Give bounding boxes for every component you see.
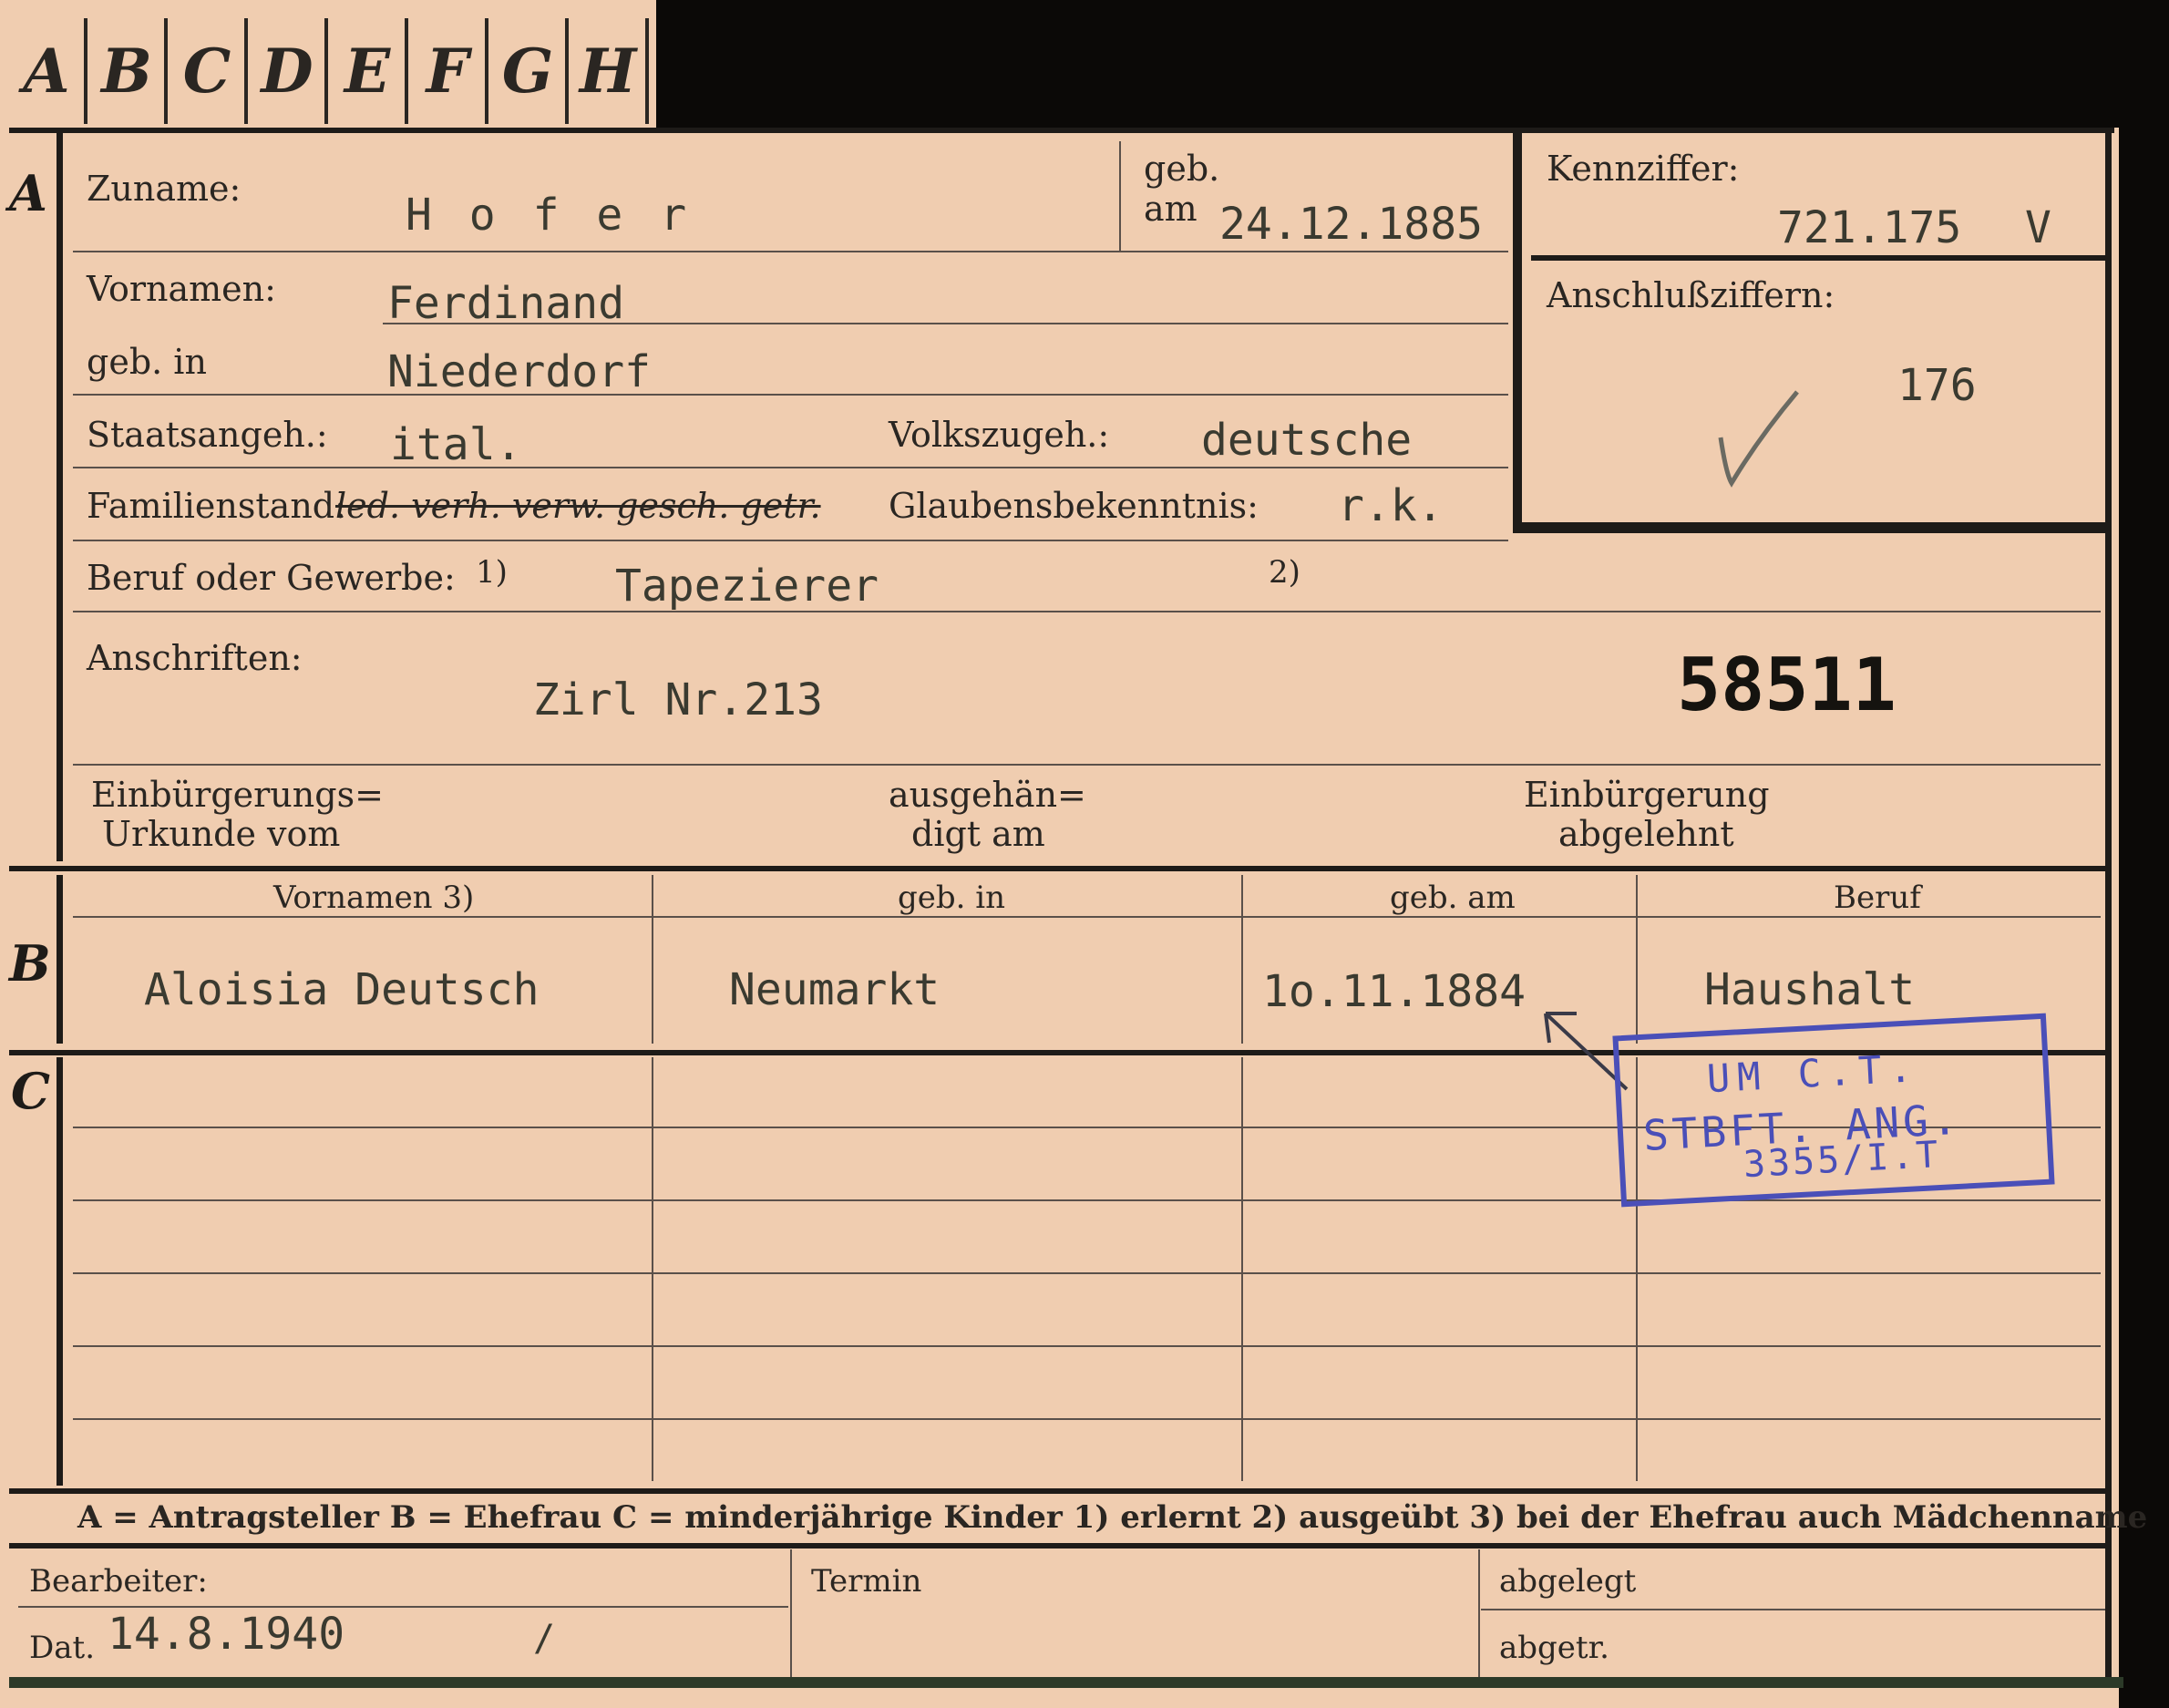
- section-b-rule: [57, 875, 63, 1044]
- abgelehnt-label-2: abgelehnt: [1558, 814, 1734, 854]
- spouse-header-geb-in: geb. in: [898, 880, 1006, 916]
- beruf-label: Beruf oder Gewerbe:: [87, 558, 456, 598]
- dat-label: Dat.: [29, 1630, 96, 1666]
- row-rule: [73, 916, 2101, 918]
- spouse-header-geb-am: geb. am: [1390, 880, 1516, 916]
- section-c-letter: C: [11, 1062, 50, 1120]
- geb-am-value: 24.12.1885: [1219, 199, 1483, 250]
- abgetr-label: abgetr.: [1499, 1630, 1609, 1666]
- familienstand-label: Familienstand:: [87, 486, 346, 526]
- zuname-label: Zuname:: [87, 169, 242, 209]
- dat-value: 14.8.1940: [108, 1609, 345, 1660]
- einbuergerungs-label-2: Urkunde vom: [102, 814, 341, 854]
- stamp-line-3: 3355/I.T: [1742, 1133, 1942, 1187]
- bearbeiter-label: Bearbeiter:: [29, 1563, 208, 1600]
- spouse-header-vornamen: Vornamen 3): [273, 880, 475, 916]
- anschrift-value: Zirl Nr.213: [533, 674, 823, 725]
- footer-col-rule: [1478, 1549, 1480, 1677]
- geb-in-label: geb. in: [87, 342, 207, 382]
- bottom-border: [9, 1677, 2123, 1688]
- tab-f: F: [410, 18, 488, 124]
- index-tabs: A B C D E F G H: [0, 0, 656, 128]
- tab-g: G: [490, 18, 569, 124]
- footer-col-rule: [790, 1549, 792, 1677]
- stamp-line-1: UM C.T.: [1705, 1045, 1920, 1102]
- beruf-value: Tapezierer: [615, 561, 879, 612]
- section-a-rule: [57, 132, 63, 861]
- section-c-rule: [57, 1057, 63, 1486]
- right-border: [2105, 132, 2112, 1682]
- row-rule: [73, 467, 1508, 468]
- kennziffer-suffix: V: [2025, 202, 2051, 253]
- vornamen-value: Ferdinand: [387, 278, 625, 329]
- kennziffer-label: Kennziffer:: [1547, 149, 1740, 189]
- legend-top: [9, 1488, 2110, 1494]
- geb-divider: [1119, 141, 1121, 251]
- spouse-vornamen-value: Aloisia Deutsch: [144, 964, 540, 1015]
- dat-slash: /: [533, 1618, 556, 1660]
- row-rule: [73, 540, 1508, 541]
- abgelehnt-label-1: Einbürgerung: [1524, 775, 1770, 815]
- termin-label: Termin: [811, 1563, 922, 1600]
- row-rule: [1481, 1609, 2105, 1610]
- section-a-letter: A: [9, 164, 47, 222]
- vornamen-label: Vornamen:: [87, 269, 276, 309]
- tab-e: E: [330, 18, 408, 124]
- tab-c: C: [170, 18, 248, 124]
- legend-bottom: [9, 1543, 2110, 1549]
- tab-a: A: [9, 18, 87, 124]
- tab-h: H: [571, 18, 649, 124]
- ausgehaen-label-2: digt am: [911, 814, 1045, 854]
- section-b-letter: B: [9, 934, 51, 993]
- glaubensbekenntnis-value: r.k.: [1338, 480, 1444, 531]
- kennziffer-box: [1513, 132, 2105, 533]
- row-rule: [18, 1606, 788, 1608]
- spouse-beruf-value: Haushalt: [1704, 964, 1916, 1015]
- spouse-geb-am-value: 1o.11.1884: [1262, 966, 1526, 1017]
- anschlussziffern-label: Anschlußziffern:: [1547, 275, 1835, 315]
- row-rule: [73, 764, 2101, 766]
- anschriften-label: Anschriften:: [87, 638, 303, 678]
- glaubensbekenntnis-label: Glaubensbekenntnis:: [889, 486, 1259, 526]
- familienstand-options: led. verh. verw. gesch. getr.: [335, 486, 821, 526]
- footnote-1: 1): [476, 554, 508, 591]
- section-b-top: [9, 866, 2110, 871]
- row-rule: [383, 323, 1508, 324]
- file-number: 58511: [1677, 643, 1897, 727]
- anschlussziffer-value: 176: [1897, 360, 1977, 411]
- staatsangeh-label: Staatsangeh.:: [87, 415, 328, 455]
- spouse-header-beruf: Beruf: [1834, 880, 1921, 916]
- row-rule: [73, 394, 1508, 396]
- kennziffer-value: 721.175: [1777, 202, 1962, 253]
- am-label: am: [1144, 189, 1198, 229]
- kennziffer-divider: [1531, 255, 2105, 261]
- col-rule: [1241, 875, 1243, 1044]
- row-rule: [73, 251, 1508, 252]
- geb-label: geb.: [1144, 149, 1220, 189]
- ausgehaen-label-1: ausgehän=: [889, 775, 1086, 815]
- check-mark-icon: [1718, 390, 1799, 488]
- row-rule: [73, 1199, 2101, 1201]
- row-rule: [73, 611, 2101, 612]
- volkszugeh-value: deutsche: [1201, 415, 1413, 466]
- volkszugeh-label: Volkszugeh.:: [889, 415, 1110, 455]
- staatsangeh-value: ital.: [390, 419, 522, 470]
- col-rule: [652, 875, 653, 1044]
- legend-text: A = Antragsteller B = Ehefrau C = minder…: [77, 1499, 2148, 1536]
- zuname-value: H o f e r: [406, 190, 693, 241]
- footnote-2: 2): [1269, 554, 1300, 591]
- geb-in-value: Niederdorf: [387, 346, 651, 397]
- spouse-geb-in-value: Neumarkt: [729, 964, 941, 1015]
- office-stamp: UM C.T. STBFT. ANG. 3355/I.T: [1612, 1013, 2055, 1208]
- row-rule: [73, 1345, 2101, 1347]
- row-rule: [73, 1418, 2101, 1420]
- einbuergerungs-label-1: Einbürgerungs=: [91, 775, 384, 815]
- row-rule: [73, 1272, 2101, 1274]
- abgelegt-label: abgelegt: [1499, 1563, 1637, 1600]
- tab-d: D: [250, 18, 328, 124]
- tab-b: B: [89, 18, 168, 124]
